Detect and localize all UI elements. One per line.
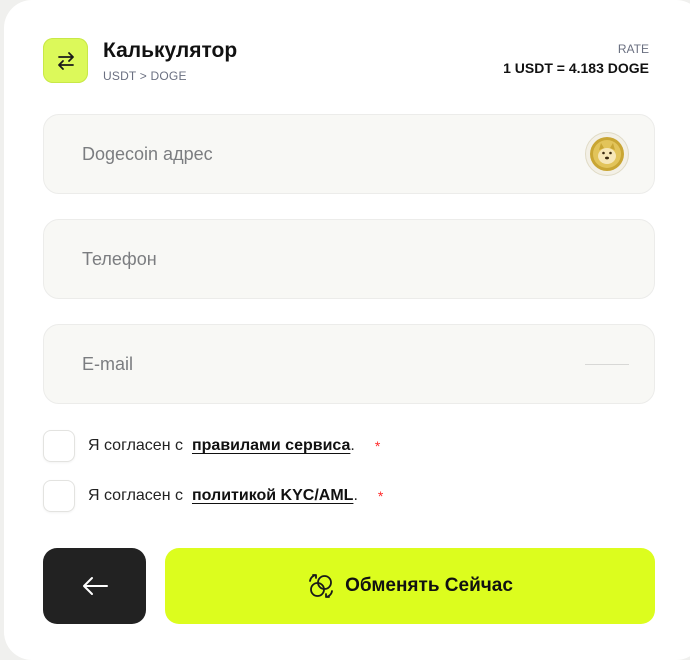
service-rules-link[interactable]: правилами сервиса bbox=[192, 437, 350, 455]
rate-label: RATE bbox=[617, 42, 649, 56]
currency-pair: USDT > DOGE bbox=[103, 69, 187, 83]
calculator-header: Калькулятор USDT > DOGE RATE 1 USDT = 4.… bbox=[43, 38, 649, 88]
dogecoin-logo-icon bbox=[585, 132, 629, 176]
email-field-divider bbox=[585, 364, 629, 365]
exchange-now-button[interactable]: Обменять Сейчас bbox=[165, 548, 655, 624]
agreement-kyc-row: Я согласен с политикой KYC/AML . * bbox=[43, 480, 383, 512]
back-button[interactable] bbox=[43, 548, 146, 624]
phone-placeholder: Телефон bbox=[82, 248, 157, 269]
kyc-aml-link[interactable]: политикой KYC/AML bbox=[192, 487, 353, 505]
agreement-prefix: Я согласен с bbox=[88, 487, 183, 504]
agreement-prefix: Я согласен с bbox=[88, 437, 183, 454]
page-title: Калькулятор bbox=[103, 39, 238, 62]
rules-checkbox[interactable] bbox=[43, 430, 75, 462]
address-placeholder: Dogecoin адрес bbox=[82, 143, 213, 164]
required-mark: * bbox=[377, 488, 384, 504]
agreement-suffix: . bbox=[350, 437, 355, 454]
email-placeholder: E-mail bbox=[82, 353, 134, 374]
phone-input[interactable]: Телефон bbox=[43, 219, 655, 299]
rate-value: 1 USDT = 4.183 DOGE bbox=[503, 60, 649, 76]
agreement-rules-row: Я согласен с правилами сервиса . * bbox=[43, 430, 380, 462]
email-input[interactable]: E-mail bbox=[43, 324, 655, 404]
exchange-button-label: Обменять Сейчас bbox=[345, 575, 513, 596]
swap-arrows-icon bbox=[43, 38, 88, 83]
required-mark: * bbox=[374, 438, 381, 454]
agreement-suffix: . bbox=[353, 487, 358, 504]
dogecoin-address-input[interactable]: Dogecoin адрес bbox=[43, 114, 655, 194]
exchange-circles-icon bbox=[307, 572, 335, 600]
kyc-checkbox[interactable] bbox=[43, 480, 75, 512]
arrow-left-icon bbox=[82, 577, 108, 595]
